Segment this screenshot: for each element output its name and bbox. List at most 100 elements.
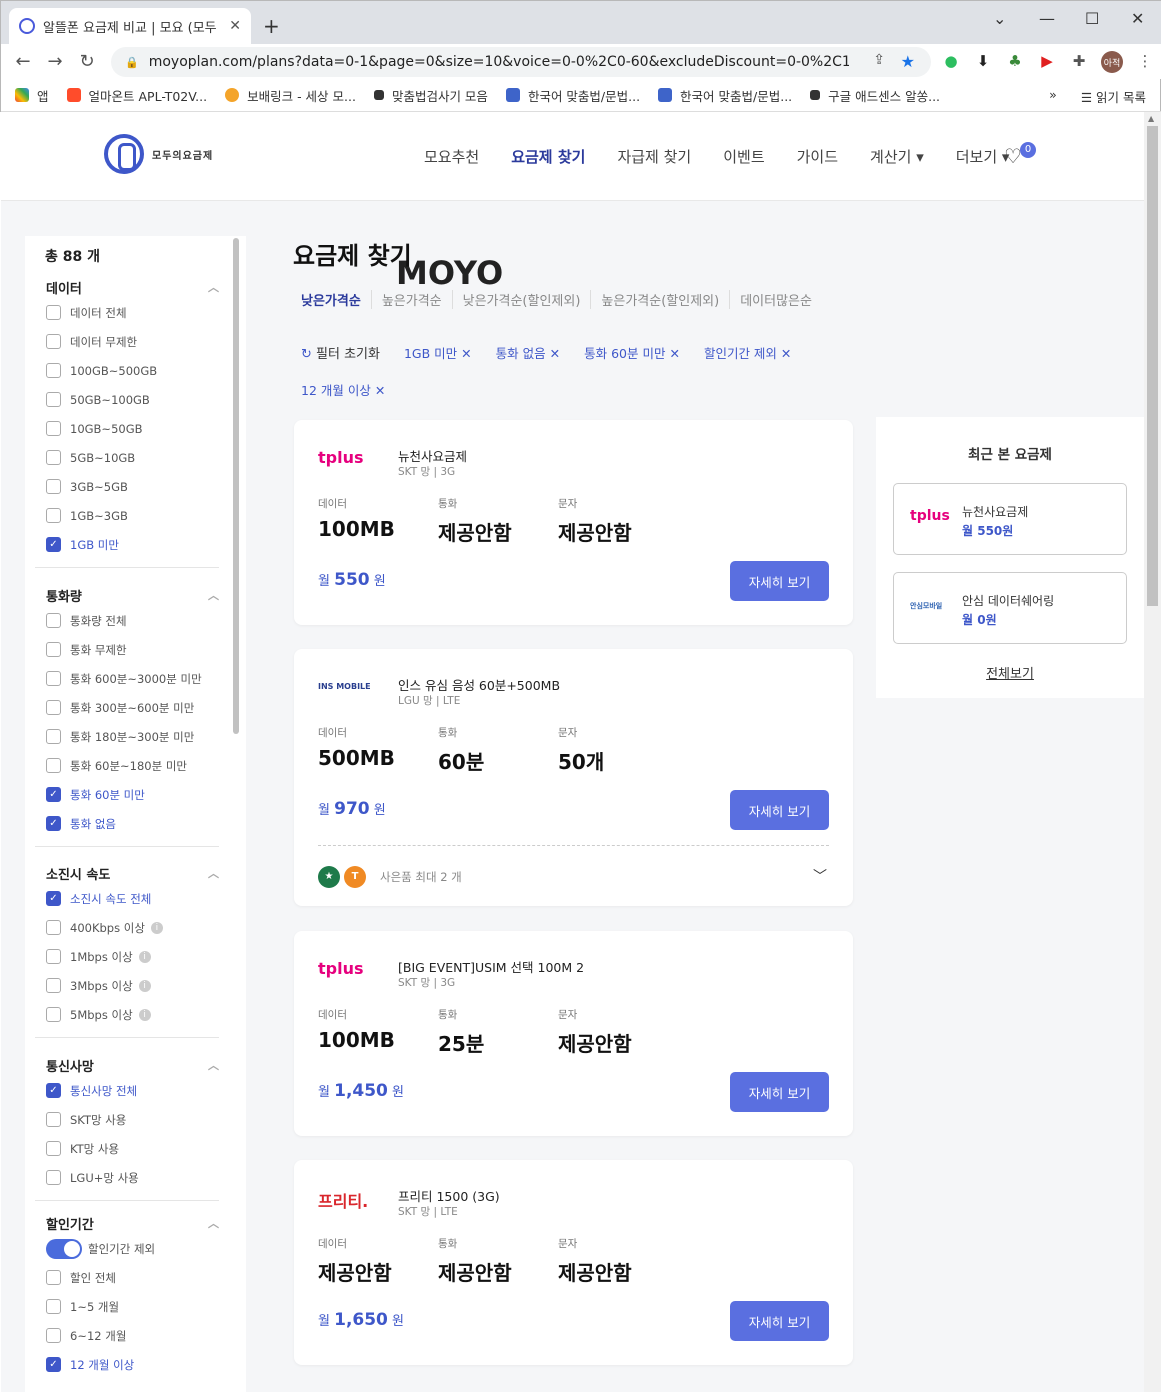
maximize-icon[interactable]: ☐ (1085, 9, 1099, 28)
close-icon[interactable]: ✕ (781, 346, 791, 361)
lock-icon[interactable]: 🔒 (125, 56, 139, 69)
filter-chip[interactable]: 12 개월 이상 ✕ (301, 380, 385, 399)
checkbox[interactable] (46, 450, 61, 465)
close-tab-icon[interactable]: ✕ (229, 18, 241, 34)
page-scrollbar[interactable]: ▲ (1144, 112, 1161, 1392)
filter-option[interactable]: KT망 사용 (35, 1134, 219, 1163)
nav-plan-search[interactable]: 요금제 찾기 (511, 146, 585, 167)
bookmark-item[interactable]: 보배링크 - 세상 모... (225, 86, 356, 105)
filter-chip[interactable]: 1GB 미만 ✕ (404, 343, 472, 362)
checkbox[interactable] (46, 1328, 61, 1343)
checkbox[interactable] (46, 1270, 61, 1285)
filter-group-header[interactable]: 데이터 ︿ (35, 276, 219, 298)
filter-option[interactable]: 50GB~100GB (35, 385, 219, 414)
plan-card[interactable]: 프리티. 프리티 1500 (3G) SKT 망 | LTE 데이터 제공안함 통화 제공안… (294, 1160, 853, 1365)
detail-button[interactable]: 자세히 보기 (730, 790, 829, 830)
share-icon[interactable]: ⇪ (873, 52, 885, 68)
sort-high-price[interactable]: 높은가격순 (370, 290, 452, 309)
checkbox[interactable] (46, 508, 61, 523)
checkbox[interactable] (46, 363, 61, 378)
bookmark-item[interactable]: 한국어 맞춤법/문법... (505, 86, 640, 105)
checkbox[interactable]: ✓ (46, 891, 61, 906)
filter-option[interactable]: 1Mbps 이상 i (35, 942, 219, 971)
bookmark-item[interactable]: 얼마온트 APL-T02V... (66, 86, 207, 105)
filter-option[interactable]: ✓ 소진시 속도 전체 (35, 884, 219, 913)
filter-option[interactable]: 10GB~50GB (35, 414, 219, 443)
filter-group-header[interactable]: 소진시 속도 ︿ (35, 862, 219, 884)
checkbox[interactable]: ✓ (46, 816, 61, 831)
info-icon[interactable]: i (138, 950, 151, 963)
filter-option[interactable]: 통화 300분~600분 미만 (35, 693, 219, 722)
filter-option[interactable]: 6~12 개월 (35, 1321, 219, 1350)
play-extension-icon[interactable]: ▶ (1037, 51, 1057, 71)
checkbox[interactable]: ✓ (46, 787, 61, 802)
checkbox[interactable] (46, 758, 61, 773)
minimize-icon[interactable]: — (1039, 9, 1055, 28)
plant-extension-icon[interactable]: ♣ (1005, 51, 1025, 71)
chevron-up-icon[interactable]: ︿ (208, 279, 219, 295)
download-extension-icon[interactable]: ⬇ (973, 51, 993, 71)
nav-guide[interactable]: 가이드 (797, 146, 838, 167)
filter-option[interactable]: ✓ 통화 없음 (35, 809, 219, 838)
detail-button[interactable]: 자세히 보기 (730, 1072, 829, 1112)
chevron-up-icon[interactable]: ︿ (208, 865, 219, 881)
url-text[interactable]: moyoplan.com/plans?data=0-1&page=0&size=… (149, 54, 849, 70)
checkbox[interactable] (46, 1112, 61, 1127)
checkbox[interactable] (46, 1170, 61, 1185)
chevron-down-icon[interactable]: ﹀ (813, 866, 827, 886)
filter-option[interactable]: SKT망 사용 (35, 1105, 219, 1134)
bookmark-star-icon[interactable]: ★ (901, 52, 915, 71)
detail-button[interactable]: 자세히 보기 (730, 561, 829, 601)
close-icon[interactable]: ✕ (375, 383, 385, 398)
info-icon[interactable]: i (138, 1008, 151, 1021)
bookmark-item[interactable]: 구글 애드센스 알쏭... (810, 86, 940, 105)
filter-option[interactable]: 1GB~3GB (35, 501, 219, 530)
filter-option[interactable]: 3Mbps 이상 i (35, 971, 219, 1000)
back-icon[interactable]: ← (7, 51, 39, 72)
filter-option[interactable]: 데이터 무제한 (35, 327, 219, 356)
checkbox[interactable]: ✓ (46, 537, 61, 552)
bookmark-apps[interactable]: 앱 (15, 86, 49, 105)
sort-low-price-no-discount[interactable]: 낮은가격순(할인제외) (451, 290, 591, 309)
checkbox[interactable] (46, 671, 61, 686)
checkbox[interactable] (46, 421, 61, 436)
plan-card[interactable]: INS MOBILE 인스 유심 음성 60분+500MB LGU 망 | LTE 데… (294, 649, 853, 906)
filter-option[interactable]: ✓ 12 개월 이상 (35, 1350, 219, 1379)
filter-option[interactable]: 데이터 전체 (35, 298, 219, 327)
checkbox[interactable] (46, 729, 61, 744)
checkbox[interactable] (46, 392, 61, 407)
view-all-link[interactable]: 전체보기 (876, 663, 1144, 682)
menu-kebab-icon[interactable]: ⋮ (1135, 51, 1155, 71)
detail-button[interactable]: 자세히 보기 (730, 1301, 829, 1341)
reload-icon[interactable]: ↻ (71, 51, 103, 72)
filter-group-header[interactable]: 할인기간 ︿ (35, 1212, 219, 1234)
filter-group-header[interactable]: 통화량 ︿ (35, 584, 219, 606)
checkbox[interactable] (46, 1299, 61, 1314)
filter-option[interactable]: LGU+망 사용 (35, 1163, 219, 1192)
filter-option[interactable]: 통화 무제한 (35, 635, 219, 664)
plan-card[interactable]: tplus [BIG EVENT]USIM 선택 100M 2 SKT 망 | 3G… (294, 931, 853, 1136)
filter-option[interactable]: 100GB~500GB (35, 356, 219, 385)
nav-unlocked-phone[interactable]: 자급제 찾기 (617, 146, 691, 167)
nav-more[interactable]: 더보기 ▾ (956, 146, 1010, 167)
filter-option[interactable]: 통화 180분~300분 미만 (35, 722, 219, 751)
chevron-up-icon[interactable]: ︿ (208, 1057, 219, 1073)
filter-group-header[interactable]: 통신사망 ︿ (35, 1054, 219, 1076)
chevron-up-icon[interactable]: ︿ (208, 587, 219, 603)
nav-event[interactable]: 이벤트 (723, 146, 764, 167)
moyo-logo[interactable]: 모두의요금제 MOYO (104, 134, 503, 289)
puzzle-extension-icon[interactable]: ✚ (1069, 51, 1089, 71)
filter-chip[interactable]: 통화 없음 ✕ (496, 343, 560, 362)
filter-chip[interactable]: 할인기간 제외 ✕ (704, 343, 791, 362)
filter-option[interactable]: 할인 전체 (35, 1263, 219, 1292)
close-icon[interactable]: ✕ (461, 346, 471, 361)
toggle-switch[interactable] (46, 1238, 82, 1259)
nav-calculator[interactable]: 계산기 ▾ (870, 146, 924, 167)
filter-option[interactable]: 통화 600분~3000분 미만 (35, 664, 219, 693)
close-icon[interactable]: ✕ (550, 346, 560, 361)
address-bar[interactable]: 🔒 moyoplan.com/plans?data=0-1&page=0&siz… (111, 47, 931, 77)
checkbox[interactable] (46, 920, 61, 935)
forward-icon[interactable]: → (39, 51, 71, 72)
evernote-extension-icon[interactable]: ● (941, 51, 961, 71)
checkbox[interactable] (46, 1007, 61, 1022)
